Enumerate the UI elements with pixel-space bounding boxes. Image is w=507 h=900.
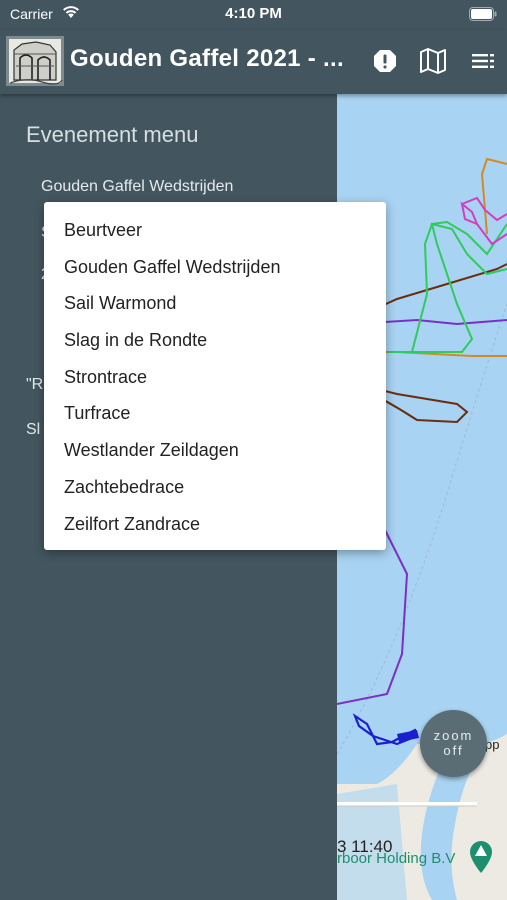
dropdown-option[interactable]: Sail Warmond (44, 285, 386, 322)
dropdown-option[interactable]: Strontrace (44, 359, 386, 396)
zoom-toggle-button[interactable]: zoom off (420, 710, 487, 777)
dropdown-option[interactable]: Zachtebedrace (44, 469, 386, 506)
poi-pin-icon[interactable] (468, 840, 494, 879)
dropdown-option[interactable]: Zeilfort Zandrace (44, 506, 386, 543)
event-dropdown-menu: Beurtveer Gouden Gaffel Wedstrijden Sail… (44, 202, 386, 550)
drawer-item-partial[interactable]: Sl (26, 421, 40, 439)
app-logo (6, 36, 64, 86)
menu-list-icon[interactable] (468, 46, 498, 76)
map-place-label: pp (485, 737, 500, 752)
drawer-item-partial[interactable]: "R (26, 376, 43, 394)
dropdown-option[interactable]: Gouden Gaffel Wedstrijden (44, 249, 386, 286)
map-poi-label: rboor Holding B.V (337, 850, 456, 867)
dropdown-option[interactable]: Beurtveer (44, 212, 386, 249)
clock: 4:10 PM (225, 5, 282, 22)
map-icon[interactable] (418, 46, 448, 76)
status-bar: Carrier 4:10 PM (0, 0, 507, 30)
alert-icon[interactable] (370, 46, 400, 76)
dropdown-option[interactable]: Westlander Zeildagen (44, 432, 386, 469)
page-title: Gouden Gaffel 2021 - ... (70, 45, 344, 72)
dropdown-option[interactable]: Slag in de Rondte (44, 322, 386, 359)
battery-icon (469, 7, 497, 26)
drawer-heading: Evenement menu (26, 122, 199, 147)
app-bar: Gouden Gaffel 2021 - ... (0, 30, 507, 94)
dropdown-option[interactable]: Turfrace (44, 395, 386, 432)
event-selector[interactable]: Gouden Gaffel Wedstrijden (41, 178, 233, 196)
